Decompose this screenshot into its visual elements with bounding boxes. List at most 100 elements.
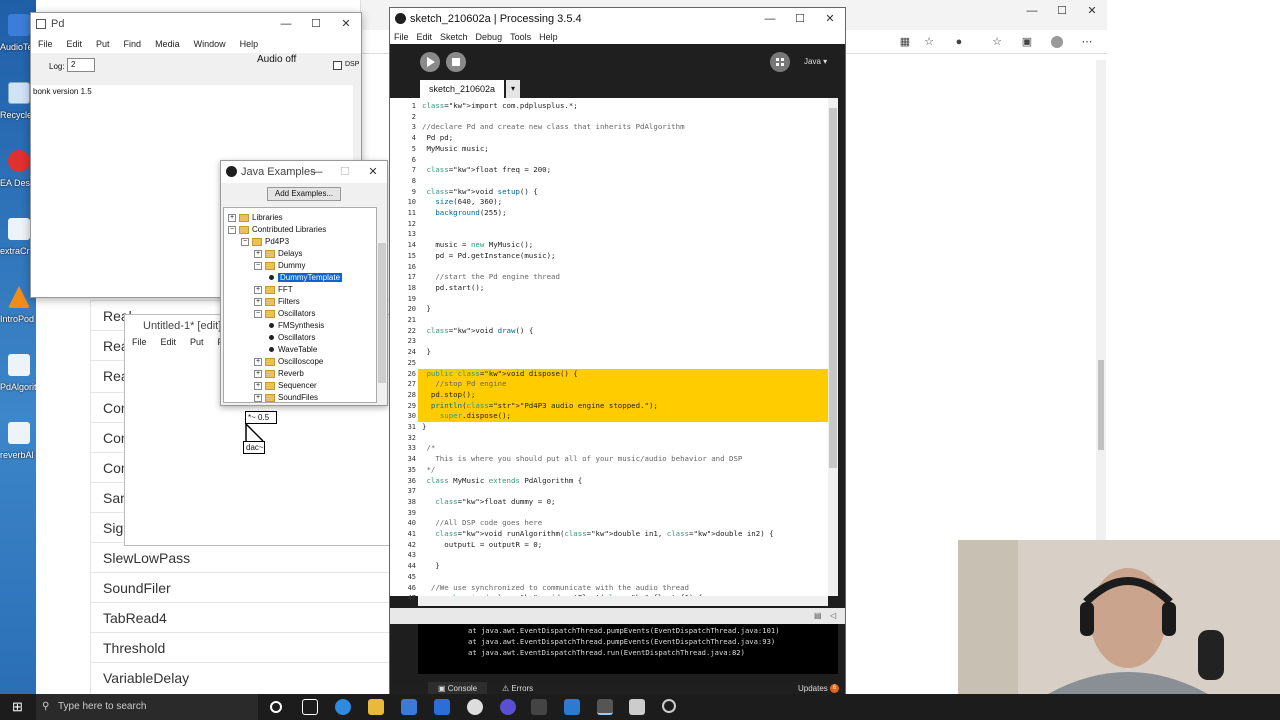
list-item[interactable]: SoundFiler — [91, 572, 391, 602]
log-level-select[interactable]: 2 — [67, 58, 95, 72]
favorites-icon[interactable]: ☆ — [991, 36, 1003, 48]
menu-help[interactable]: Help — [535, 30, 562, 44]
minimize-icon[interactable]: — — [1017, 0, 1047, 22]
menu-edit[interactable]: Edit — [413, 30, 437, 44]
menu-window[interactable]: Window — [187, 35, 233, 53]
menu-file[interactable]: File — [390, 30, 413, 44]
tree-leaf-wavetable[interactable]: WaveTable — [267, 344, 317, 356]
minimize-icon[interactable]: — — [755, 8, 785, 30]
cortana-icon[interactable] — [270, 701, 282, 713]
vscode-icon[interactable] — [564, 699, 580, 715]
menu-sketch[interactable]: Sketch — [436, 30, 472, 44]
extension-icon[interactable]: ● — [953, 36, 965, 48]
app-icon[interactable] — [467, 699, 483, 715]
list-item[interactable]: VariableDelay — [91, 662, 391, 692]
scroll-thumb[interactable] — [378, 243, 386, 383]
tree-folder-dummy[interactable]: − Dummy — [254, 260, 306, 272]
profile-avatar[interactable] — [1051, 36, 1063, 48]
expand-icon[interactable]: + — [254, 369, 262, 378]
menu-edit[interactable]: Edit — [60, 35, 90, 53]
scroll-thumb[interactable] — [829, 108, 837, 468]
pd-taskbar-icon[interactable] — [629, 699, 645, 715]
expand-icon[interactable]: + — [254, 285, 262, 294]
maximize-icon[interactable]: ☐ — [785, 8, 815, 30]
collapse-icon[interactable]: − — [228, 225, 236, 234]
collapse-icon[interactable]: − — [254, 309, 262, 318]
minimize-icon[interactable]: — — [271, 13, 301, 35]
close-icon[interactable]: ✕ — [359, 161, 387, 183]
tree-leaf-oscillators[interactable]: Oscillators — [267, 332, 315, 344]
copy-icon[interactable]: ▤ — [814, 611, 822, 620]
tree-folder-fft[interactable]: + FFT — [254, 284, 293, 296]
menu-media[interactable]: Media — [148, 35, 187, 53]
editor-hscrollbar[interactable] — [418, 596, 828, 606]
expand-icon[interactable]: + — [228, 213, 236, 222]
expand-icon[interactable]: + — [254, 381, 262, 390]
dsp-checkbox[interactable] — [333, 61, 342, 70]
expand-icon[interactable]: + — [254, 249, 262, 258]
menu-edit[interactable]: Edit — [154, 333, 184, 351]
menu-help[interactable]: Help — [233, 35, 266, 53]
add-examples-button[interactable]: Add Examples... — [267, 187, 341, 201]
code-editor[interactable]: class="kw">import com.pdplusplus.*; //dec… — [418, 98, 828, 596]
tree-folder-oscillators[interactable]: − Oscillators — [254, 308, 315, 320]
tree-folder-oscilloscope[interactable]: + Oscilloscope — [254, 356, 323, 368]
menu-tools[interactable]: Tools — [506, 30, 535, 44]
app-icon[interactable] — [500, 699, 516, 715]
collapse-icon[interactable]: − — [241, 237, 249, 246]
scroll-thumb[interactable] — [1098, 360, 1104, 450]
debug-button[interactable] — [770, 52, 790, 72]
menu-file[interactable]: File — [125, 333, 154, 351]
editor-vscrollbar[interactable] — [828, 98, 838, 596]
tree-folder-libraries[interactable]: + Libraries — [228, 212, 283, 224]
tree-scrollbar[interactable] — [377, 207, 387, 403]
tree-folder-soundfiles[interactable]: + SoundFiles — [254, 392, 318, 402]
tree-folder-pd4p3[interactable]: − Pd4P3 — [241, 236, 289, 248]
task-view-icon[interactable] — [302, 699, 318, 715]
mail-icon[interactable] — [434, 699, 450, 715]
stop-button[interactable] — [446, 52, 466, 72]
tree-leaf-dummytemplate[interactable]: DummyTemplate — [267, 272, 343, 284]
favorite-add-icon[interactable]: ☆ — [923, 36, 935, 48]
tree-folder-delays[interactable]: + Delays — [254, 248, 302, 260]
app-grid-icon[interactable]: ▦ — [899, 36, 911, 48]
tree-folder-sequencer[interactable]: + Sequencer — [254, 380, 317, 392]
more-icon[interactable]: ⋯ — [1081, 36, 1093, 48]
menu-put[interactable]: Put — [183, 333, 211, 351]
list-item[interactable]: SlewLowPass — [91, 542, 391, 572]
tree-folder-reverb[interactable]: + Reverb — [254, 368, 304, 380]
maximize-icon[interactable]: ☐ — [1047, 0, 1077, 22]
list-item[interactable]: Threshold — [91, 632, 391, 662]
tree-folder-contributed-libraries[interactable]: − Contributed Libraries — [228, 224, 326, 236]
taskbar-search[interactable]: ⚲ Type here to search — [36, 694, 258, 720]
collapse-icon[interactable]: − — [254, 261, 262, 270]
expand-icon[interactable]: + — [254, 297, 262, 306]
menu-file[interactable]: File — [31, 35, 60, 53]
processing-taskbar-icon[interactable] — [531, 699, 547, 715]
tree-folder-filters[interactable]: + Filters — [254, 296, 300, 308]
maximize-icon[interactable]: ☐ — [301, 13, 331, 35]
desktop-icon-pdalgorit[interactable]: PdAlgorit — [0, 350, 36, 412]
close-icon[interactable]: ✕ — [815, 8, 845, 30]
expand-icon[interactable]: + — [254, 393, 262, 402]
list-item[interactable]: TabRead4 — [91, 602, 391, 632]
collections-icon[interactable]: ▣ — [1021, 36, 1033, 48]
close-icon[interactable]: ✕ — [1077, 0, 1107, 22]
mode-selector[interactable]: Java ▾ — [804, 57, 827, 66]
minimize-icon[interactable]: — — [303, 161, 331, 183]
clear-icon[interactable]: ◁ — [830, 611, 836, 620]
tab-sketch[interactable]: sketch_210602a — [420, 80, 504, 98]
file-explorer-icon[interactable] — [368, 699, 384, 715]
app-icon[interactable] — [662, 699, 676, 713]
menu-put[interactable]: Put — [89, 35, 117, 53]
maximize-icon[interactable]: ☐ — [331, 161, 359, 183]
tab-menu-arrow[interactable]: ▾ — [506, 80, 520, 98]
windows-start-icon[interactable]: ⊞ — [12, 699, 23, 715]
tree-leaf-fmsynthesis[interactable]: FMSynthesis — [267, 320, 324, 332]
run-button[interactable] — [420, 52, 440, 72]
menu-find[interactable]: Find — [117, 35, 149, 53]
menu-debug[interactable]: Debug — [472, 30, 507, 44]
store-icon[interactable] — [401, 699, 417, 715]
desktop-icon-reverbal[interactable]: reverbAl — [0, 418, 36, 480]
processing-taskbar-icon[interactable] — [597, 699, 613, 715]
